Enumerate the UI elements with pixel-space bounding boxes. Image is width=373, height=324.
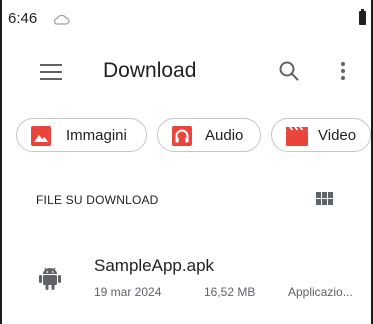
more-vertical-icon[interactable]	[341, 62, 345, 83]
battery-icon	[359, 9, 366, 25]
file-type: Applicazio...	[288, 285, 353, 299]
chip-images[interactable]: Immagini	[16, 118, 147, 152]
cloud-outline-icon	[52, 13, 70, 31]
chip-video-label: Video	[318, 127, 357, 144]
grid-view-icon[interactable]	[316, 192, 334, 206]
chip-video[interactable]: Video	[271, 118, 371, 152]
headphones-icon	[172, 126, 192, 146]
hamburger-menu-icon[interactable]	[40, 64, 62, 80]
file-list-item[interactable]: SampleApp.apk 19 mar 2024 16,52 MB Appli…	[0, 252, 373, 308]
file-date: 19 mar 2024	[94, 285, 162, 299]
android-icon	[38, 266, 62, 297]
section-header: FILE SU DOWNLOAD	[0, 190, 373, 210]
movie-clapper-icon	[286, 126, 308, 146]
file-size: 16,52 MB	[204, 285, 256, 299]
section-title: FILE SU DOWNLOAD	[36, 193, 159, 207]
chip-audio[interactable]: Audio	[157, 118, 261, 152]
status-time: 6:46	[8, 10, 38, 27]
status-bar: 6:46	[6, 9, 366, 31]
category-chips: Immagini Audio Video	[0, 118, 373, 156]
chip-audio-label: Audio	[205, 127, 244, 144]
search-icon[interactable]	[278, 60, 300, 87]
page-title: Download	[103, 59, 197, 82]
file-name: SampleApp.apk	[94, 256, 215, 275]
chip-images-label: Immagini	[66, 127, 127, 144]
image-icon	[31, 126, 51, 146]
app-bar: Download	[0, 50, 373, 96]
